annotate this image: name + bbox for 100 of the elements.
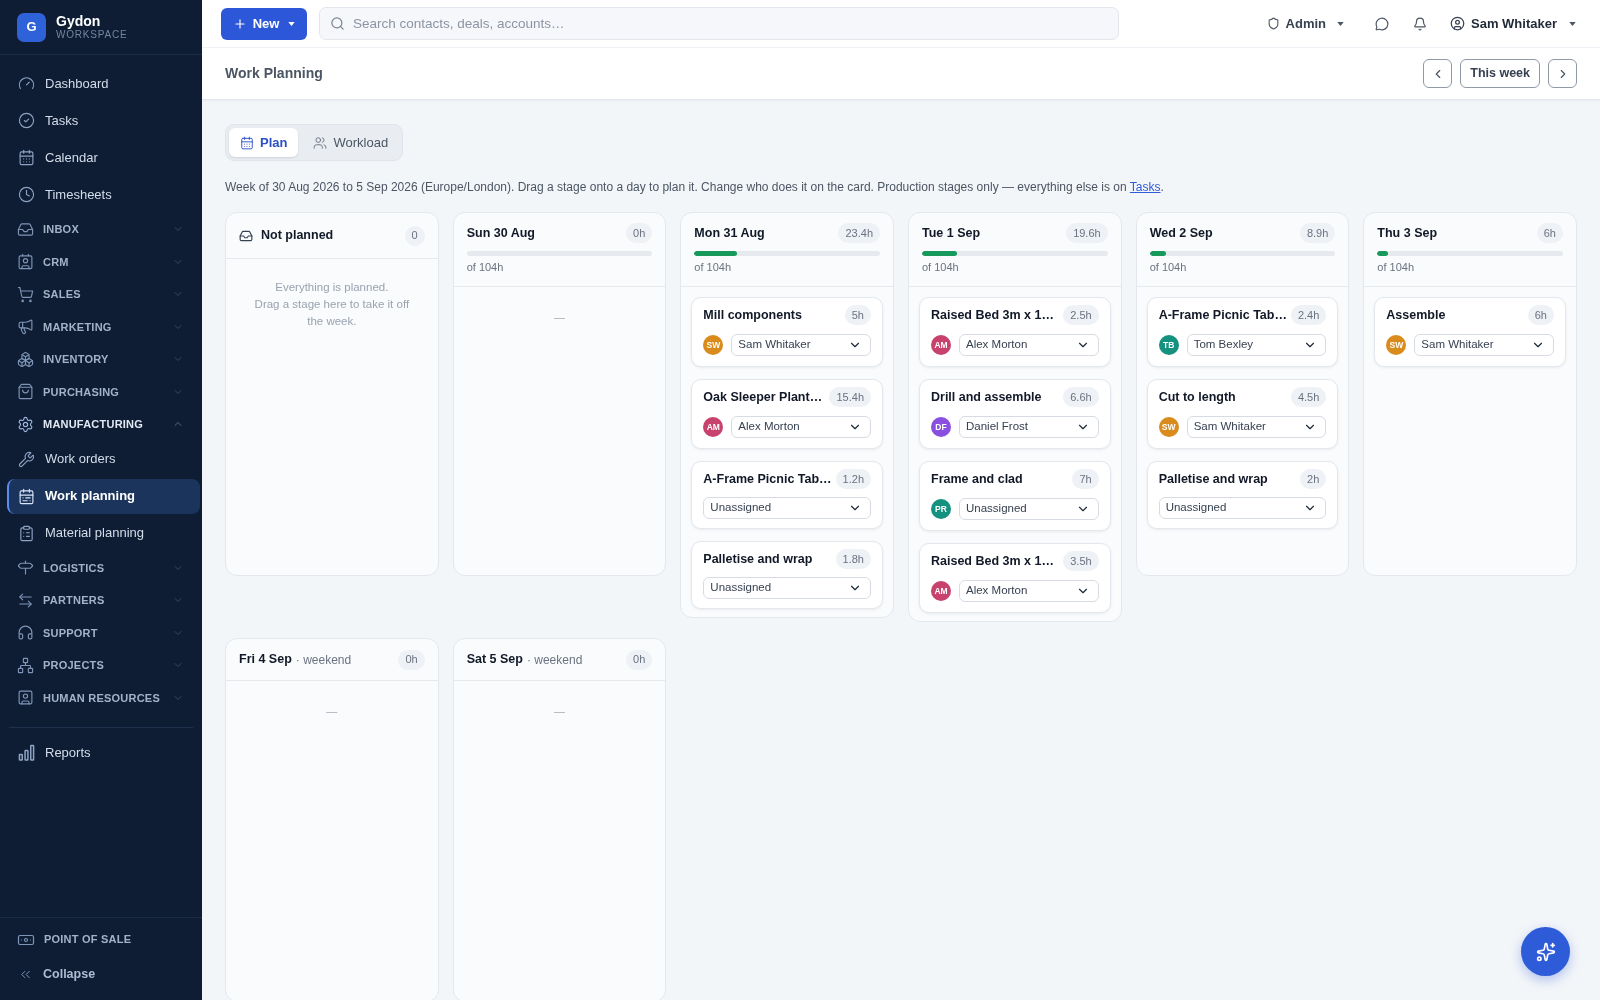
network-icon	[17, 656, 34, 674]
view-tab[interactable]: Plan	[229, 128, 299, 157]
avatar: PR	[931, 499, 951, 519]
sidebar-item[interactable]: Work planning	[7, 478, 200, 514]
sidebar-item[interactable]: Work orders	[7, 441, 200, 477]
avatar: SW	[703, 335, 724, 355]
inbox-icon	[239, 228, 253, 243]
chat-icon	[1375, 16, 1389, 31]
user-menu[interactable]: Sam Whitaker	[1450, 13, 1576, 34]
chat-button[interactable]	[1374, 15, 1390, 32]
sidebar-section[interactable]: LOGISTICS	[7, 551, 195, 584]
card-title: Palletise and wrap	[1158, 470, 1268, 488]
card-title: Palletise and wrap	[703, 550, 813, 568]
stage-card[interactable]: Palletise and wrap 2h Unassigned	[1146, 461, 1339, 529]
sidebar-item[interactable]: Dashboard	[7, 66, 200, 101]
logo: G	[17, 12, 46, 42]
weekend-note: · weekend	[526, 651, 583, 669]
assignee-select[interactable]: Unassigned	[959, 498, 1099, 520]
card-title: Raised Bed 3m x 1…	[931, 306, 1054, 324]
sidebar-section[interactable]: INVENTORY	[7, 343, 195, 376]
stage-card[interactable]: Frame and clad 7h PR Unassigned	[919, 461, 1111, 531]
stage-card[interactable]: Drill and assemble 6.6h DF Daniel Frost	[919, 379, 1111, 449]
stage-card[interactable]: Raised Bed 3m x 1… 3.5h AM Alex Morton	[919, 543, 1111, 613]
hours-badge: 1.8h	[835, 549, 871, 569]
view-tab[interactable]: Workload	[302, 128, 400, 157]
tasks-link[interactable]: Tasks	[1129, 180, 1161, 194]
hours-badge: 23.4h	[838, 223, 880, 243]
assignee-select[interactable]: Sam Whitaker	[731, 334, 871, 356]
sidebar-section[interactable]: INBOX	[7, 213, 195, 246]
stage-card[interactable]: Oak Sleeper Plant… 15.4h AM Alex Morton	[691, 379, 883, 449]
assignee-select[interactable]: Alex Morton	[959, 334, 1099, 356]
capacity-label: of 104h	[922, 260, 960, 274]
stage-card[interactable]: A-Frame Picnic Tab… 2.4h TB Tom Bexley	[1146, 297, 1339, 367]
brand-subtitle: WORKSPACE	[56, 29, 128, 41]
gauge-icon	[18, 75, 35, 92]
stage-card[interactable]: Raised Bed 3m x 1… 2.5h AM Alex Morton	[919, 297, 1111, 367]
shield-icon	[1266, 17, 1280, 30]
assignee-select[interactable]: Alex Morton	[959, 580, 1099, 602]
search-field[interactable]: Search contacts, deals, accounts…	[319, 7, 1119, 40]
contact-card-icon	[17, 253, 34, 271]
card-title: Drill and assemble	[931, 388, 1042, 406]
capacity-label: of 104h	[1377, 260, 1416, 274]
sidebar-section[interactable]: PURCHASING	[7, 375, 195, 408]
assignee-select[interactable]: Unassigned	[703, 497, 871, 519]
assignee-select[interactable]: Sam Whitaker	[1186, 416, 1327, 438]
next-week-button[interactable]	[1548, 59, 1577, 88]
stage-card[interactable]: A-Frame Picnic Tab… 1.2h Unassigned	[691, 461, 883, 529]
bar-chart-icon	[18, 744, 35, 761]
calendar-icon	[240, 135, 254, 150]
sidebar-section[interactable]: MANUFACTURING	[7, 408, 195, 441]
assignee-select[interactable]: Tom Bexley	[1186, 334, 1327, 356]
empty-dash: —	[554, 310, 565, 325]
avatar: TB	[1158, 335, 1179, 355]
sidebar-section[interactable]: PROJECTS	[7, 649, 195, 682]
role-menu[interactable]: Admin	[1266, 13, 1344, 34]
sidebar-item[interactable]: Timesheets	[7, 177, 200, 212]
new-button[interactable]: New	[221, 7, 307, 40]
previous-week-button[interactable]	[1423, 59, 1453, 88]
megaphone-icon	[17, 318, 34, 336]
sidebar-item[interactable]: Calendar	[7, 140, 200, 175]
boxes-icon	[17, 350, 34, 368]
sidebar-section[interactable]: PARTNERS	[7, 584, 195, 617]
assignee-select[interactable]: Daniel Frost	[959, 416, 1099, 438]
sidebar-section[interactable]: SALES	[7, 278, 195, 311]
avatar: DF	[931, 417, 951, 437]
stage-card[interactable]: Assemble 6h SW Sam Whitaker	[1374, 297, 1566, 367]
hours-badge: 0h	[626, 649, 653, 670]
sidebar-item[interactable]: Reports	[7, 735, 200, 770]
assignee-select[interactable]: Unassigned	[703, 577, 871, 599]
assistant-button[interactable]	[1521, 927, 1570, 976]
hours-badge: 1.2h	[835, 469, 872, 489]
empty-message: Everything is planned. Drag a stage here to take it off the week.	[253, 280, 411, 329]
sidebar-item[interactable]: Tasks	[7, 103, 200, 138]
sidebar-section[interactable]: SUPPORT	[7, 616, 195, 649]
card-title: Oak Sleeper Plant…	[703, 388, 823, 406]
sidebar-section[interactable]: POINT OF SALE	[7, 922, 195, 957]
assignee-select[interactable]: Alex Morton	[731, 416, 871, 438]
sidebar-section[interactable]: CRM	[7, 245, 195, 278]
wrench-icon	[18, 450, 35, 468]
card-title: Frame and clad	[931, 470, 1023, 488]
sidebar-section[interactable]: HUMAN RESOURCES	[7, 681, 195, 714]
brand-name: Gydon	[56, 13, 102, 29]
column-title: Wed 2 Sep	[1149, 224, 1213, 242]
this-week-button[interactable]: This week	[1460, 59, 1540, 88]
stage-card[interactable]: Cut to length 4.5h SW Sam Whitaker	[1146, 379, 1339, 449]
headphones-icon	[17, 624, 34, 642]
assignee-select[interactable]: Sam Whitaker	[1414, 334, 1554, 356]
sidebar-section[interactable]: MARKETING	[7, 310, 195, 343]
calendar-range-icon	[18, 487, 35, 505]
calendar-icon	[18, 149, 35, 166]
assignee-select[interactable]: Unassigned	[1158, 497, 1327, 519]
notifications-button[interactable]	[1412, 15, 1428, 32]
column-title: Tue 1 Sep	[922, 224, 981, 242]
stage-card[interactable]: Palletise and wrap 1.8h Unassigned	[691, 541, 883, 609]
collapse-button[interactable]: Collapse	[7, 957, 195, 992]
stage-card[interactable]: Mill components 5h SW Sam Whitaker	[691, 297, 883, 367]
inbox-icon	[17, 220, 34, 238]
sidebar-item[interactable]: Material planning	[7, 515, 200, 551]
users-icon	[313, 135, 328, 150]
hours-badge: 0	[404, 225, 425, 246]
